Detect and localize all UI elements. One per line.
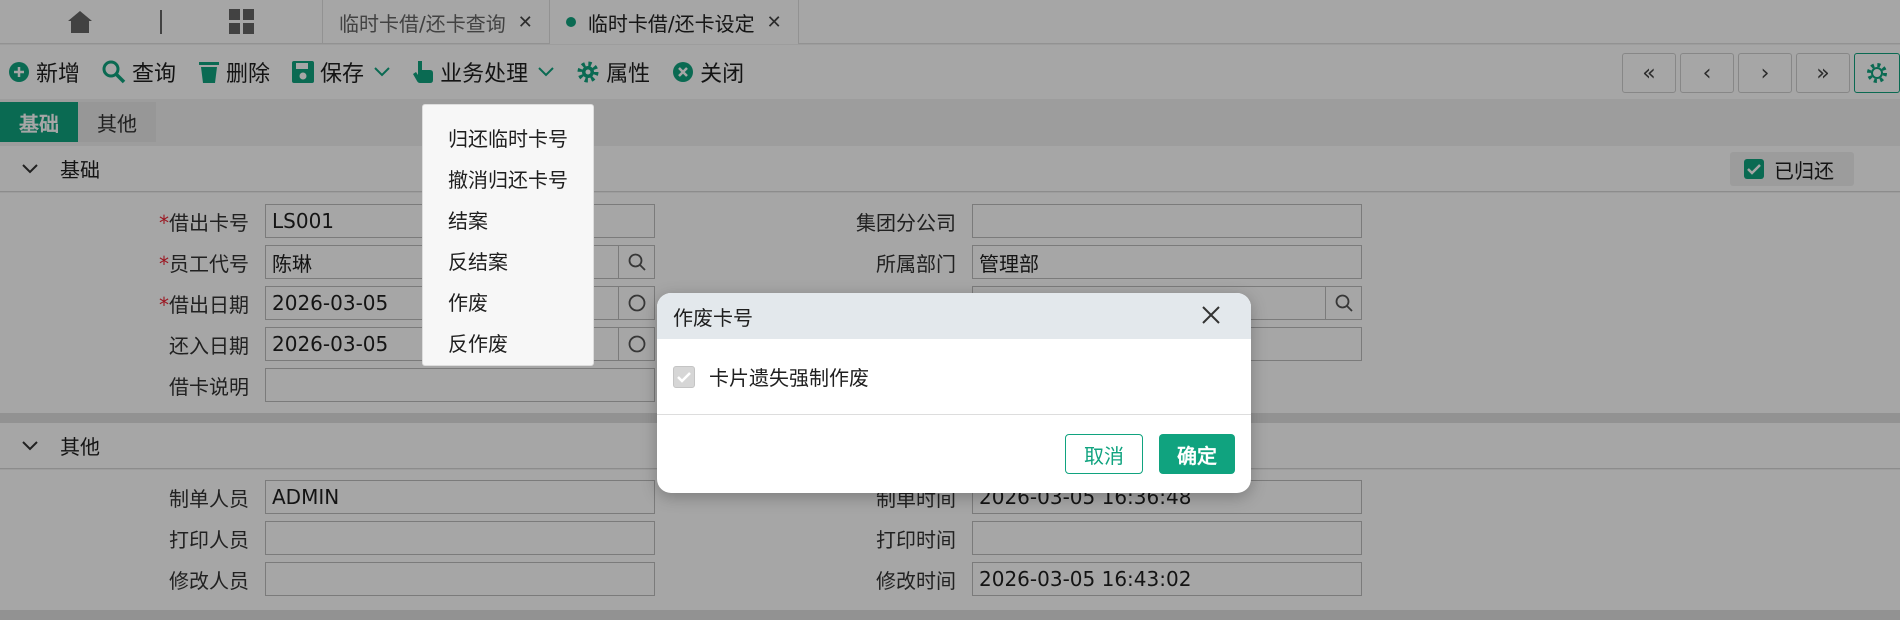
dialog-title: 作废卡号 <box>673 305 753 330</box>
menu-item-void[interactable]: 作废 <box>423 281 593 322</box>
close-icon[interactable] <box>1201 305 1221 325</box>
force-void-checkbox[interactable] <box>673 365 695 388</box>
cancel-button[interactable]: 取消 <box>1065 434 1143 474</box>
confirm-button[interactable]: 确定 <box>1159 434 1235 474</box>
menu-item-undo-return[interactable]: 撤消归还卡号 <box>423 158 593 199</box>
dialog-body: 卡片遗失强制作废 <box>657 339 1251 415</box>
dialog-footer: 取消 确定 <box>657 415 1251 493</box>
void-card-dialog: 作废卡号 卡片遗失强制作废 取消 确定 <box>657 293 1251 493</box>
checkmark-icon <box>677 371 691 383</box>
menu-item-return-card[interactable]: 归还临时卡号 <box>423 117 593 158</box>
business-dropdown-menu: 归还临时卡号 撤消归还卡号 结案 反结案 作废 反作废 <box>422 104 594 366</box>
menu-item-close-case[interactable]: 结案 <box>423 199 593 240</box>
dialog-header: 作废卡号 <box>657 293 1251 339</box>
menu-item-reopen-case[interactable]: 反结案 <box>423 240 593 281</box>
checkbox-label: 卡片遗失强制作废 <box>709 366 869 390</box>
menu-item-unvoid[interactable]: 反作废 <box>423 322 593 363</box>
